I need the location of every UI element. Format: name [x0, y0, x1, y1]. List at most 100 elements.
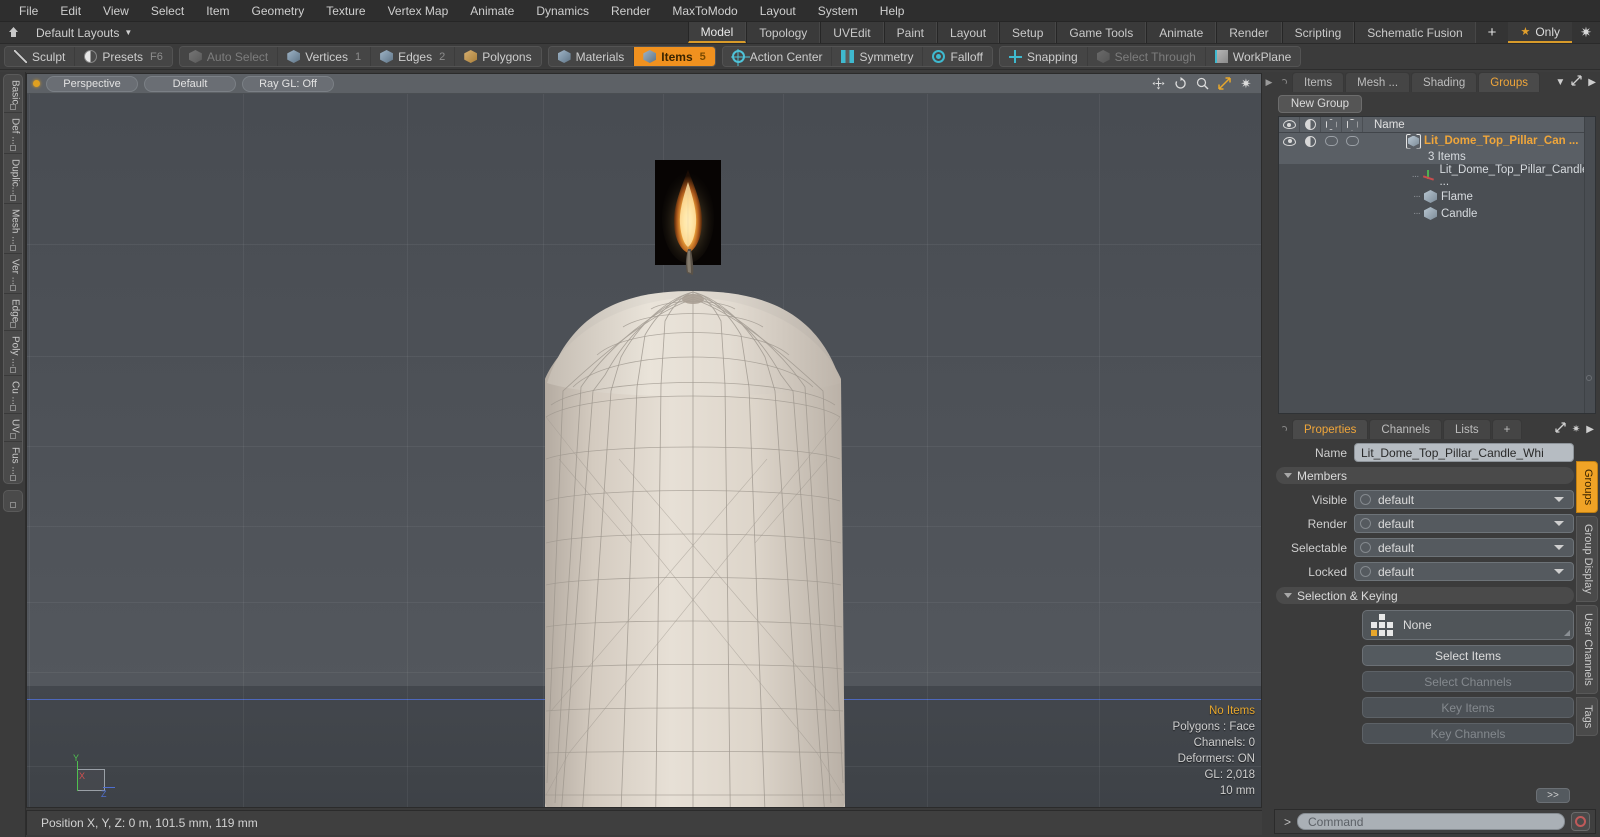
projection-dropdown[interactable]: Perspective	[46, 75, 138, 92]
panel-more-icon[interactable]: ▶	[1588, 77, 1596, 88]
layout-tab-uvedit[interactable]: UVEdit	[820, 22, 884, 43]
sculpt-button[interactable]: Sculpt	[5, 47, 76, 66]
column-select-hex-icon[interactable]	[1342, 117, 1363, 132]
tab-properties[interactable]: Properties	[1292, 419, 1369, 439]
menu-item-help[interactable]: Help	[869, 1, 916, 21]
panel-collapse-arrow[interactable]: ▶	[1264, 72, 1274, 414]
selectable-dropdown[interactable]: default	[1354, 538, 1574, 557]
layout-tab-schematic-fusion[interactable]: Schematic Fusion	[1354, 22, 1476, 43]
tool-tab-polygon[interactable]: Poly ...	[3, 331, 22, 376]
select-through-button[interactable]: Select Through	[1087, 47, 1206, 66]
tree-scrollbar[interactable]	[1584, 117, 1595, 413]
tool-tab-edge[interactable]: Edge	[3, 294, 22, 332]
presets-button[interactable]: Presets F6	[75, 47, 172, 66]
panel-tab-shading[interactable]: Shading	[1411, 72, 1478, 92]
layout-tab-animate[interactable]: Animate	[1146, 22, 1217, 43]
side-tab-groups[interactable]: Groups	[1576, 461, 1598, 514]
gear-icon[interactable]: ✷	[1572, 22, 1600, 43]
menu-item-dynamics[interactable]: Dynamics	[525, 1, 600, 21]
menu-item-maxtomodo[interactable]: MaxToModo	[661, 1, 748, 21]
side-tab-user-channels[interactable]: User Channels	[1576, 604, 1598, 694]
tool-tab-mesh[interactable]: Mesh ...	[3, 204, 22, 254]
menu-item-edit[interactable]: Edit	[49, 1, 92, 21]
tool-tab-duplicate[interactable]: Duplic...	[3, 154, 22, 205]
selection-set-picker[interactable]: None	[1362, 610, 1574, 640]
visible-radio-icon[interactable]	[1360, 494, 1371, 505]
layout-tab-layout[interactable]: Layout	[937, 22, 1000, 43]
materials-button[interactable]: Materials	[548, 47, 635, 66]
move-icon[interactable]	[1151, 77, 1165, 91]
column-render-hex-icon[interactable]	[1321, 117, 1342, 132]
row-name-cell[interactable]: ··· Candle	[1363, 205, 1595, 222]
tab-add[interactable]: +	[1491, 419, 1523, 439]
viewport-3d[interactable]: Perspective Default Ray GL: Off ✷ Y X Z …	[26, 73, 1262, 808]
menu-item-vertex-map[interactable]: Vertex Map	[377, 1, 460, 21]
panel-tab-groups[interactable]: Groups	[1478, 72, 1540, 92]
layout-tab-model[interactable]: Model	[687, 22, 747, 43]
menu-item-animate[interactable]: Animate	[459, 1, 525, 21]
expand-properties-button[interactable]: >>	[1536, 788, 1570, 803]
properties-more-icon[interactable]: ▶	[1586, 424, 1594, 435]
row-name-cell[interactable]: ··· Flame	[1363, 188, 1595, 205]
layout-tab-game-tools[interactable]: Game Tools	[1056, 22, 1147, 43]
expand-icon[interactable]	[1571, 75, 1582, 89]
menu-item-geometry[interactable]: Geometry	[241, 1, 316, 21]
panel-menu-icon[interactable]	[1276, 72, 1292, 92]
menu-item-item[interactable]: Item	[195, 1, 240, 21]
polygons-button[interactable]: Polygons	[455, 47, 541, 66]
chevron-down-icon[interactable]: ▼	[1555, 77, 1565, 88]
falloff-button[interactable]: Falloff	[923, 47, 992, 66]
snapping-button[interactable]: Snapping	[999, 47, 1088, 66]
locked-dropdown[interactable]: default	[1354, 562, 1574, 581]
tool-tab-extra[interactable]	[2, 489, 23, 512]
name-input[interactable]: Lit_Dome_Top_Pillar_Candle_Whi	[1354, 443, 1574, 462]
visible-dropdown[interactable]: default	[1354, 490, 1574, 509]
shading-dropdown[interactable]: Default	[144, 75, 236, 92]
action-center-button[interactable]: Action Center	[722, 47, 833, 66]
tool-tab-basic[interactable]: Basic	[3, 75, 22, 114]
raygl-dropdown[interactable]: Ray GL: Off	[242, 75, 334, 92]
tool-tab-vertex[interactable]: Ver ...	[3, 254, 22, 294]
viewport-canvas[interactable]: Y X Z No Items Polygons : Face Channels:…	[27, 94, 1261, 807]
table-row[interactable]: ··· Candle	[1279, 205, 1595, 222]
row-name-cell[interactable]: ··· Lit_Dome_Top_Pillar_Candle ...	[1363, 164, 1595, 188]
fit-icon[interactable]	[1217, 77, 1231, 91]
menu-item-view[interactable]: View	[92, 1, 140, 21]
add-layout-button[interactable]: +	[1476, 22, 1509, 43]
default-layouts-dropdown[interactable]: Default Layouts ▼	[26, 22, 142, 43]
row-shade-toggle[interactable]	[1300, 133, 1321, 149]
row-render-toggle[interactable]	[1321, 133, 1342, 149]
column-visible-eye-icon[interactable]	[1279, 117, 1300, 132]
auto-select-button[interactable]: Auto Select	[179, 47, 279, 66]
items-button[interactable]: Items 5	[634, 47, 715, 66]
menu-item-texture[interactable]: Texture	[315, 1, 376, 21]
record-icon[interactable]	[1571, 812, 1590, 831]
menu-item-select[interactable]: Select	[140, 1, 195, 21]
layout-tab-setup[interactable]: Setup	[999, 22, 1057, 43]
gear-icon[interactable]: ✷	[1239, 76, 1253, 91]
expand-icon[interactable]	[1555, 422, 1566, 436]
tree-resize-handle[interactable]	[1586, 375, 1592, 381]
selection-keying-section-header[interactable]: Selection & Keying	[1276, 587, 1574, 604]
tree-empty-area[interactable]	[1279, 222, 1595, 413]
panel-tab-items[interactable]: Items	[1292, 72, 1345, 92]
menu-item-file[interactable]: File	[8, 1, 49, 21]
rotate-icon[interactable]	[1173, 77, 1187, 91]
command-input[interactable]: Command	[1297, 813, 1565, 830]
tool-tab-fusion[interactable]: Fus ...	[4, 442, 22, 483]
tool-tab-uv[interactable]: UV	[3, 414, 22, 442]
row-select-toggle[interactable]	[1342, 133, 1363, 149]
column-shade-icon[interactable]	[1300, 117, 1321, 132]
row-visible-toggle[interactable]	[1279, 133, 1300, 149]
menu-item-layout[interactable]: Layout	[749, 1, 807, 21]
tab-channels[interactable]: Channels	[1369, 419, 1443, 439]
gear-icon[interactable]: ✷	[1572, 424, 1580, 435]
layout-tab-render[interactable]: Render	[1216, 22, 1282, 43]
table-row[interactable]: Lit_Dome_Top_Pillar_Can ...	[1279, 133, 1595, 149]
layout-tab-scripting[interactable]: Scripting	[1281, 22, 1355, 43]
groups-tree[interactable]: Name Lit_Dome_Top_Pillar_Can ... 3 Items…	[1278, 116, 1596, 414]
layout-tab-topology[interactable]: Topology	[746, 22, 821, 43]
zoom-icon[interactable]	[1195, 77, 1209, 91]
properties-collapse-arrow[interactable]	[1264, 414, 1274, 837]
tool-tab-deform[interactable]: Def ...	[3, 113, 22, 155]
